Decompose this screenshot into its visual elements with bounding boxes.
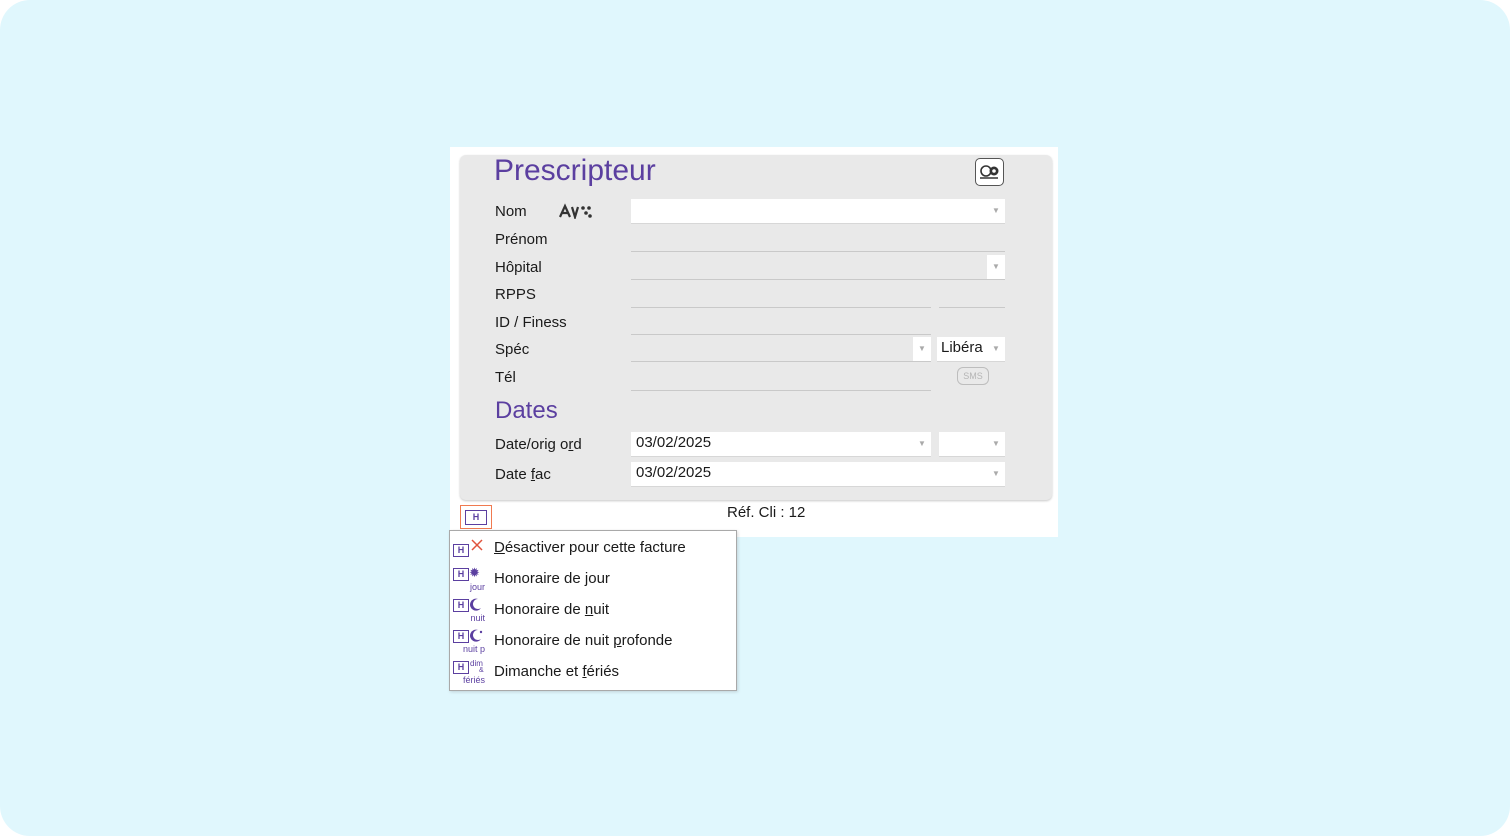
label-rpps: RPPS bbox=[495, 286, 536, 303]
menu-item-label: Honoraire de nuit profonde bbox=[494, 632, 673, 649]
label-hopital: Hôpital bbox=[495, 259, 542, 276]
menu-item-label: Désactiver pour cette facture bbox=[494, 539, 686, 556]
menu-item-honoraire-jour[interactable]: H ✹ jour Honoraire de jour bbox=[450, 563, 736, 594]
nom-select[interactable]: ▼ bbox=[631, 199, 1005, 224]
date-fac-field[interactable]: 03/02/2025 ▼ bbox=[631, 462, 1005, 487]
chevron-down-icon: ▼ bbox=[992, 439, 1000, 448]
prenom-field[interactable] bbox=[631, 227, 1005, 252]
chevron-down-icon: ▼ bbox=[918, 439, 926, 448]
menu-item-dimanche-feries[interactable]: H dim & fériés Dimanche et fériés bbox=[450, 656, 736, 687]
h-night-icon: H nuit bbox=[453, 597, 485, 623]
date-orig-type-select[interactable]: ▼ bbox=[939, 432, 1005, 457]
menu-item-label: Honoraire de nuit bbox=[494, 601, 610, 618]
menu-item-label: Honoraire de jour bbox=[494, 570, 610, 587]
rpps-key-field[interactable] bbox=[939, 283, 1005, 308]
section-title: Prescripteur bbox=[494, 154, 656, 187]
spec-mode-value: Libéra bbox=[941, 339, 983, 356]
label-spec: Spéc bbox=[495, 341, 530, 358]
sms-button[interactable]: SMS bbox=[957, 367, 989, 385]
h-day-icon: H ✹ jour bbox=[453, 565, 485, 592]
h-sunday-holiday-icon: H dim & fériés bbox=[453, 659, 485, 685]
chevron-down-icon: ▼ bbox=[992, 469, 1000, 478]
h-disable-icon: H bbox=[453, 535, 485, 561]
menu-item-label: Dimanche et fériés bbox=[494, 663, 620, 680]
chevron-down-icon: ▼ bbox=[992, 206, 1000, 215]
label-nom: Nom bbox=[495, 203, 527, 220]
label-prenom: Prénom bbox=[495, 231, 548, 248]
voice-dictation-icon[interactable] bbox=[559, 203, 593, 219]
honoraire-button[interactable]: H bbox=[460, 505, 492, 529]
menu-item-desactiver[interactable]: H Désactiver pour cette facture bbox=[450, 532, 736, 563]
date-fac-value: 03/02/2025 bbox=[636, 464, 712, 481]
h-deep-night-icon: H nuit p bbox=[453, 628, 485, 654]
h-icon: H bbox=[465, 510, 487, 525]
rpps-field[interactable] bbox=[631, 283, 931, 308]
honoraire-menu: H Désactiver pour cette facture H ✹ jour… bbox=[449, 530, 737, 691]
menu-item-honoraire-nuit-profonde[interactable]: H nuit p Honoraire de nuit profonde bbox=[450, 625, 736, 656]
card-reader-icon bbox=[980, 165, 999, 179]
date-orig-ord-value: 03/02/2025 bbox=[636, 434, 712, 451]
hopital-select[interactable]: ▼ bbox=[631, 255, 1005, 280]
label-date-orig-ord: Date/orig ord bbox=[495, 436, 582, 453]
tel-field[interactable] bbox=[631, 366, 931, 391]
dates-title: Dates bbox=[495, 397, 558, 424]
card-reader-button[interactable] bbox=[975, 158, 1004, 186]
menu-item-honoraire-nuit[interactable]: H nuit Honoraire de nuit bbox=[450, 594, 736, 625]
date-orig-ord-field[interactable]: 03/02/2025 ▼ bbox=[631, 432, 931, 457]
spec-mode-select[interactable]: Libéra ▼ bbox=[937, 337, 1005, 362]
id-finess-field[interactable] bbox=[631, 310, 931, 335]
chevron-down-icon: ▼ bbox=[992, 262, 1000, 271]
chevron-down-icon: ▼ bbox=[992, 344, 1000, 353]
spec-select[interactable]: ▼ bbox=[631, 337, 931, 362]
label-tel: Tél bbox=[495, 369, 516, 386]
ref-cli: Réf. Cli : 12 bbox=[727, 504, 806, 521]
label-date-fac: Date fac bbox=[495, 466, 551, 483]
chevron-down-icon: ▼ bbox=[918, 344, 926, 353]
label-id-finess: ID / Finess bbox=[495, 314, 567, 331]
